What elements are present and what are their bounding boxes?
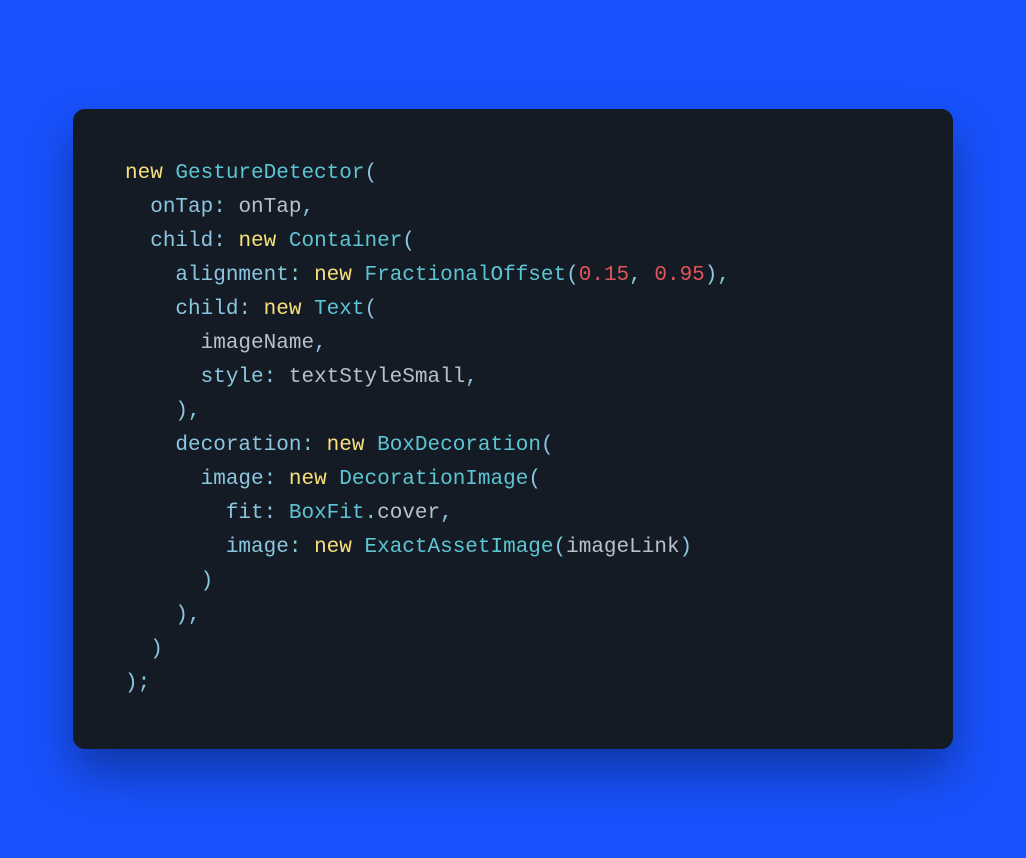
- code-line: image: new ExactAssetImage(imageLink): [125, 531, 901, 565]
- token-punc: :: [264, 366, 277, 389]
- code-block[interactable]: new GestureDetector( onTap: onTap, child…: [125, 157, 901, 701]
- token-punc: ;: [138, 672, 151, 695]
- token-param: decoration: [175, 434, 301, 457]
- token-param: onTap: [150, 196, 213, 219]
- code-line: ): [125, 565, 901, 599]
- token-punc: ): [175, 400, 188, 423]
- token-keyword: new: [327, 434, 365, 457]
- token-param: style: [201, 366, 264, 389]
- token-punc: ): [680, 536, 693, 559]
- token-punc: :: [213, 230, 226, 253]
- token-ident: imageName: [201, 332, 314, 355]
- code-line: );: [125, 667, 901, 701]
- token-punc: ,: [440, 502, 453, 525]
- token-keyword: new: [289, 468, 327, 491]
- token-punc: :: [264, 468, 277, 491]
- token-dot: .: [364, 502, 377, 525]
- token-keyword: new: [264, 298, 302, 321]
- token-keyword: new: [314, 264, 352, 287]
- token-param: image: [226, 536, 289, 559]
- token-class: BoxFit: [289, 502, 365, 525]
- token-punc: (: [365, 298, 378, 321]
- code-line: child: new Container(: [125, 225, 901, 259]
- token-punc: (: [402, 230, 415, 253]
- token-ident: onTap: [238, 196, 301, 219]
- code-line: fit: BoxFit.cover,: [125, 497, 901, 531]
- token-class: Container: [289, 230, 402, 253]
- token-punc: ): [175, 604, 188, 627]
- token-punc: :: [289, 264, 302, 287]
- code-card: new GestureDetector( onTap: onTap, child…: [73, 109, 953, 749]
- code-line: alignment: new FractionalOffset(0.15, 0.…: [125, 259, 901, 293]
- token-punc: :: [289, 536, 302, 559]
- token-keyword: new: [238, 230, 276, 253]
- token-param: fit: [226, 502, 264, 525]
- token-class: GestureDetector: [175, 162, 364, 185]
- token-punc: ,: [188, 400, 201, 423]
- token-punc: ): [201, 570, 214, 593]
- token-ident: imageLink: [566, 536, 679, 559]
- token-class: ExactAssetImage: [364, 536, 553, 559]
- token-keyword: new: [125, 162, 163, 185]
- token-punc: (: [541, 434, 554, 457]
- code-line: ): [125, 633, 901, 667]
- code-line: ),: [125, 599, 901, 633]
- token-punc: ): [125, 672, 138, 695]
- token-punc: ,: [465, 366, 478, 389]
- token-punc: ): [705, 264, 718, 287]
- code-line: image: new DecorationImage(: [125, 463, 901, 497]
- token-punc: ,: [314, 332, 327, 355]
- token-punc: ,: [188, 604, 201, 627]
- token-param: image: [201, 468, 264, 491]
- code-line: style: textStyleSmall,: [125, 361, 901, 395]
- token-punc: (: [554, 536, 567, 559]
- token-punc: :: [301, 434, 314, 457]
- token-number: 0.95: [654, 264, 704, 287]
- token-punc: ,: [717, 264, 730, 287]
- token-class: FractionalOffset: [364, 264, 566, 287]
- token-class: Text: [314, 298, 364, 321]
- token-class: DecorationImage: [339, 468, 528, 491]
- token-class: BoxDecoration: [377, 434, 541, 457]
- code-line: ),: [125, 395, 901, 429]
- token-ident: textStyleSmall: [289, 366, 465, 389]
- code-line: onTap: onTap,: [125, 191, 901, 225]
- token-punc: :: [264, 502, 277, 525]
- token-punc: ): [150, 638, 163, 661]
- token-number: 0.15: [579, 264, 629, 287]
- code-line: imageName,: [125, 327, 901, 361]
- token-param: alignment: [175, 264, 288, 287]
- token-param: child: [175, 298, 238, 321]
- token-ident: cover: [377, 502, 440, 525]
- token-punc: ,: [301, 196, 314, 219]
- token-punc: :: [238, 298, 251, 321]
- token-param: child: [150, 230, 213, 253]
- token-punc: ,: [629, 264, 642, 287]
- token-punc: (: [528, 468, 541, 491]
- token-keyword: new: [314, 536, 352, 559]
- code-line: new GestureDetector(: [125, 157, 901, 191]
- token-punc: :: [213, 196, 226, 219]
- code-line: child: new Text(: [125, 293, 901, 327]
- token-punc: (: [566, 264, 579, 287]
- code-line: decoration: new BoxDecoration(: [125, 429, 901, 463]
- token-punc: (: [364, 162, 377, 185]
